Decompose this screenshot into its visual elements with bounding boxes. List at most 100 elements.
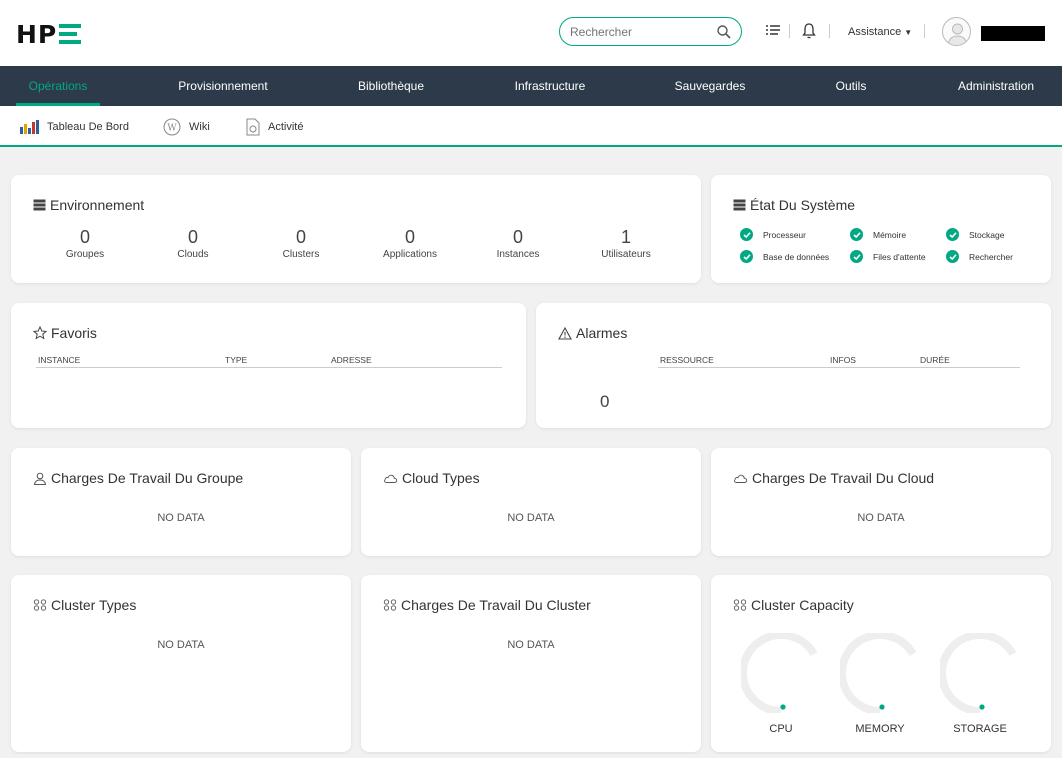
cluster-capacity-title: Cluster Capacity — [733, 597, 854, 613]
group-workloads-title: Charges De Travail Du Groupe — [33, 470, 243, 486]
cluster-icon — [33, 599, 47, 611]
logo-e-mark — [59, 24, 82, 44]
nav-item-administration[interactable]: Administration — [950, 66, 1042, 106]
cloud-types-title: Cloud Types — [383, 470, 480, 486]
cloud-icon — [384, 474, 398, 483]
status-processor: Processeur — [740, 228, 806, 241]
stat-value: 0 — [295, 227, 306, 247]
search-input[interactable] — [570, 23, 710, 41]
column-header-instance[interactable]: INSTANCE — [38, 355, 80, 365]
system-state-card: État Du Système Processeur Mémoire Stock… — [711, 175, 1051, 283]
stat-label: Groupes — [65, 249, 105, 260]
assistance-label: Assistance — [848, 26, 902, 38]
status-storage: Stockage — [946, 228, 1004, 241]
warning-icon — [558, 326, 572, 340]
group-workloads-card: Charges De Travail Du Groupe NO DATA — [11, 448, 351, 556]
stat-value: 0 — [512, 227, 523, 247]
svg-text:W: W — [167, 124, 177, 134]
search-box[interactable] — [559, 17, 742, 46]
no-data-label: NO DATA — [157, 639, 205, 651]
cloud-workloads-title: Charges De Travail Du Cloud — [733, 470, 934, 486]
status-search: Rechercher — [946, 250, 1013, 263]
nav-item-provisioning[interactable]: Provisionnement — [170, 66, 276, 106]
header-divider — [829, 24, 830, 38]
nav-item-library[interactable]: Bibliothèque — [346, 66, 436, 106]
cpu-gauge — [741, 633, 818, 713]
column-header-duration[interactable]: DURÉE — [920, 355, 950, 365]
subnav-label: Activité — [268, 121, 304, 133]
server-icon — [33, 199, 46, 211]
status-database: Base de données — [740, 250, 829, 263]
column-header-resource[interactable]: RESSOURCE — [660, 355, 714, 365]
cluster-workloads-title: Charges De Travail Du Cluster — [383, 597, 591, 613]
environment-title: Environnement — [33, 197, 144, 213]
assistance-menu[interactable]: Assistance ▼ — [848, 26, 912, 38]
cluster-icon — [383, 599, 397, 611]
column-header-type[interactable]: TYPE — [225, 355, 247, 365]
stat-groups[interactable]: 0 Groupes — [40, 227, 130, 260]
wiki-icon: W — [163, 118, 181, 136]
cloud-types-card: Cloud Types NO DATA — [361, 448, 701, 556]
redacted-username[interactable] — [981, 26, 1045, 41]
system-state-title: État Du Système — [733, 197, 855, 213]
list-icon[interactable] — [764, 22, 782, 40]
stat-users[interactable]: 1 Utilisateurs — [581, 227, 671, 260]
storage-gauge-label: STORAGE — [953, 723, 1007, 735]
cluster-icon — [733, 599, 747, 611]
status-queues: Files d'attente — [850, 250, 926, 263]
alarms-card: Alarmes RESSOURCE INFOS DURÉE 0 — [536, 303, 1051, 428]
check-circle-icon — [946, 228, 959, 241]
stat-value: 0 — [79, 227, 90, 247]
check-circle-icon — [740, 250, 753, 263]
check-circle-icon — [740, 228, 753, 241]
subnav-item-activity[interactable]: Activité — [246, 118, 303, 136]
stat-clusters[interactable]: 0 Clusters — [256, 227, 346, 260]
nav-item-operations[interactable]: Opérations — [16, 66, 100, 106]
cloud-icon — [734, 474, 748, 483]
favorites-title: Favoris — [33, 325, 97, 341]
stat-label: Clusters — [282, 249, 320, 260]
user-avatar[interactable] — [942, 17, 971, 46]
cluster-types-card: Cluster Types NO DATA — [11, 575, 351, 752]
nav-item-backups[interactable]: Sauvegardes — [665, 66, 755, 106]
stat-instances[interactable]: 0 Instances — [473, 227, 563, 260]
subnav-label: Tableau De Bord — [47, 121, 129, 133]
table-divider — [658, 367, 1020, 368]
subnav-label: Wiki — [189, 121, 210, 133]
column-header-address[interactable]: ADRESSE — [331, 355, 372, 365]
cpu-gauge-label: CPU — [769, 723, 793, 735]
memory-gauge — [840, 633, 917, 713]
cloud-workloads-card: Charges De Travail Du Cloud NO DATA — [711, 448, 1051, 556]
stat-label: Instances — [496, 249, 540, 260]
user-icon — [947, 23, 968, 45]
stat-label: Applications — [383, 249, 437, 260]
column-header-info[interactable]: INFOS — [830, 355, 856, 365]
bar-chart-icon — [20, 120, 39, 134]
stat-label: Clouds — [177, 249, 209, 260]
cluster-types-title: Cluster Types — [33, 597, 136, 613]
hpe-logo[interactable]: HP — [16, 20, 82, 49]
stat-applications[interactable]: 0 Applications — [365, 227, 455, 260]
subnav-item-dashboard[interactable]: Tableau De Bord — [20, 118, 129, 136]
search-icon[interactable] — [716, 24, 732, 40]
star-icon — [33, 326, 47, 340]
check-circle-icon — [946, 250, 959, 263]
main-nav: Opérations Provisionnement Bibliothèque … — [0, 66, 1062, 106]
server-icon — [733, 199, 746, 211]
check-circle-icon — [850, 228, 863, 241]
alarms-title: Alarmes — [558, 325, 627, 341]
nav-item-infrastructure[interactable]: Infrastructure — [505, 66, 595, 106]
subnav-item-wiki[interactable]: W Wiki — [163, 118, 210, 136]
memory-gauge-label: MEMORY — [855, 723, 905, 735]
no-data-label: NO DATA — [857, 512, 905, 524]
cluster-workloads-card: Charges De Travail Du Cluster NO DATA — [361, 575, 701, 752]
top-header: HP Assistance ▼ — [0, 0, 1062, 66]
nav-item-tools[interactable]: Outils — [821, 66, 881, 106]
stat-clouds[interactable]: 0 Clouds — [148, 227, 238, 260]
check-circle-icon — [850, 250, 863, 263]
table-divider — [36, 367, 502, 368]
bell-icon[interactable] — [800, 22, 818, 40]
storage-gauge — [940, 633, 1017, 713]
header-divider — [924, 24, 925, 38]
no-data-label: NO DATA — [507, 639, 555, 651]
